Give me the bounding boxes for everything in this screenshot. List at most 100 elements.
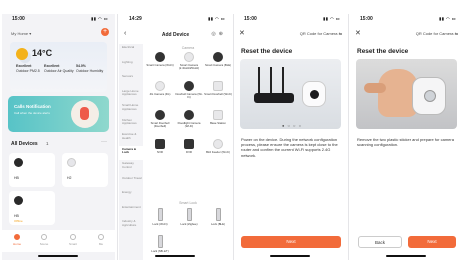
instruction-text: Remove the two plastic sticker and prepa… xyxy=(357,137,454,148)
camera-device-icon xyxy=(155,81,165,91)
device-type-label: Lock (BLE) xyxy=(211,222,225,226)
status-bar: 15:00 ▮▮ ◠ ▭ xyxy=(234,14,347,23)
category-item[interactable]: Lighting xyxy=(119,59,143,74)
weather-stat: Excellent Outdoor Air Quality xyxy=(44,64,74,73)
signal-wifi-battery-icon: ▮▮ ◠ ▭ xyxy=(91,16,108,21)
device-type-item[interactable]: Smart Camera (2.4GHz&5GHz) xyxy=(175,52,203,71)
bottom-tab-bar: Home Scene Smart Me xyxy=(2,230,115,252)
qr-mode-selector[interactable]: QR Code for Camera ⇆ xyxy=(300,31,342,36)
device-type-label: Base Station xyxy=(210,121,226,125)
category-item[interactable]: Small Home Appliances xyxy=(119,102,143,117)
weather-card[interactable]: 14°C Excellent Outdoor PM2.5 Excellent Out… xyxy=(10,42,107,92)
all-devices-tab[interactable]: All Devices xyxy=(11,141,38,147)
device-type-label: Smart Camera (Wi-Fi) xyxy=(146,63,174,67)
device-name: HB xyxy=(14,176,19,180)
category-item[interactable]: Industry & Agriculture xyxy=(119,218,143,233)
category-item[interactable]: Electrical xyxy=(119,44,143,59)
next-button[interactable]: Next xyxy=(241,236,341,248)
page-title: Reset the device xyxy=(357,48,409,55)
close-icon[interactable]: ✕ xyxy=(239,29,245,37)
category-item[interactable]: Large Home Appliances xyxy=(119,88,143,103)
scan-icon[interactable]: ◎ xyxy=(211,31,218,37)
category-item[interactable]: Entertainment xyxy=(119,204,143,219)
home-screen: 15:00 ▮▮ ◠ ▭ My Home ▾ + 14°C Excellent O… xyxy=(2,14,115,260)
signal-wifi-battery-icon: ▮▮ ◠ ▭ xyxy=(323,16,340,21)
category-item[interactable]: Sensors xyxy=(119,73,143,88)
device-type-item[interactable]: Lock (Wi-Fi) xyxy=(146,208,174,226)
status-bar: 15:00 ▮▮ ◠ ▭ xyxy=(2,14,115,23)
status-bar: 15:00 ▮▮ ◠ ▭ xyxy=(350,14,463,23)
category-sidebar: Electrical Lighting Sensors Large Home Appl… xyxy=(119,44,143,260)
camera-icon xyxy=(67,158,76,167)
device-type-item[interactable]: Smart Doorbell (Doorbell) xyxy=(146,110,174,129)
next-button[interactable]: Next xyxy=(408,236,456,248)
category-item[interactable]: Gateway Control xyxy=(119,160,143,175)
device-type-item[interactable]: Base Station xyxy=(204,110,232,125)
tab-scene[interactable]: Scene xyxy=(33,234,55,246)
offline-status: Offline xyxy=(14,219,23,223)
device-type-item[interactable]: 4G Camera (4G) xyxy=(146,81,174,96)
category-item[interactable]: Exercise & Health xyxy=(119,131,143,146)
camera-device-icon xyxy=(213,139,223,149)
category-item[interactable]: Camera & Lock xyxy=(119,145,143,160)
remove-sticker-illustration xyxy=(356,59,457,129)
device-type-item[interactable]: Floodlight Camera (Wi-Fi) xyxy=(175,110,203,129)
weather-stat: 54.0% Outdoor Humidity xyxy=(76,64,104,73)
device-type-item[interactable]: Lock (Zigbee) xyxy=(175,208,203,226)
home-selector[interactable]: My Home ▾ xyxy=(11,31,31,36)
device-type-label: Smart Camera (2.4GHz&5GHz) xyxy=(178,63,200,71)
device-type-item[interactable]: Smart Camera (BLE) xyxy=(204,52,232,67)
home-title: My Home xyxy=(11,31,29,36)
swap-icon: ⇆ xyxy=(454,31,458,36)
tab-me[interactable]: Me xyxy=(90,234,112,246)
add-icon[interactable]: ⊕ xyxy=(219,31,226,37)
device-type-item[interactable]: Smart Doorbell (Wi-Fi) xyxy=(204,81,232,96)
camera-device-icon xyxy=(184,52,194,62)
device-type-label: Lock (Zigbee) xyxy=(180,222,198,226)
device-type-item[interactable]: Lock (NB-IoT) xyxy=(146,235,174,253)
camera-lens xyxy=(424,90,436,102)
device-tile[interactable]: HB xyxy=(9,153,55,187)
camera-image xyxy=(412,77,446,115)
device-tile[interactable]: H2 xyxy=(62,153,108,187)
device-type-item[interactable]: Bird Feeder (Wi-Fi) xyxy=(204,139,232,154)
qr-mode-selector[interactable]: QR Code for Camera ⇆ xyxy=(416,31,458,36)
finger-image xyxy=(364,83,386,93)
category-item[interactable]: Energy xyxy=(119,189,143,204)
add-device-button[interactable]: + xyxy=(101,28,109,36)
temperature: 14°C xyxy=(32,48,53,58)
device-name: H2 xyxy=(67,176,72,180)
more-icon[interactable]: ··· xyxy=(101,139,107,145)
camera-device-icon xyxy=(155,110,165,120)
calls-notification-banner[interactable]: Calls Notification Call when the device … xyxy=(8,96,109,132)
status-bar: 14:29 ▮▮ ◠ ▭ xyxy=(119,14,232,23)
weather-icon xyxy=(16,48,28,60)
signal-wifi-battery-icon: ▮▮ ◠ ▭ xyxy=(439,16,456,21)
router-image xyxy=(254,93,294,103)
divider xyxy=(117,14,118,260)
scene-icon xyxy=(41,234,47,240)
device-type-item[interactable]: Smart Camera (Wi-Fi) xyxy=(146,52,174,67)
device-type-item[interactable]: NVR xyxy=(146,139,174,154)
section-camera: Camera xyxy=(181,46,195,50)
weather-stat: Excellent Outdoor PM2.5 xyxy=(16,64,40,73)
divider xyxy=(348,14,349,260)
camera-device-icon xyxy=(155,139,165,149)
instruction-text: Power on the device. During the network … xyxy=(241,137,338,158)
device-type-label: Doorbell Camera (Wi-Fi) xyxy=(175,92,203,100)
section-smart-lock: Smart Lock xyxy=(179,201,197,205)
device-type-item[interactable]: Lock (BLE) xyxy=(204,208,232,226)
tab-smart[interactable]: Smart xyxy=(62,234,84,246)
tab-home[interactable]: Home xyxy=(6,234,28,246)
swap-icon: ⇆ xyxy=(338,31,342,36)
close-icon[interactable]: ✕ xyxy=(355,29,361,37)
device-type-label: Lock (Wi-Fi) xyxy=(152,222,168,226)
device-type-item[interactable]: DVR xyxy=(175,139,203,154)
device-tile[interactable]: HB Offline xyxy=(9,191,55,225)
camera-device-icon xyxy=(184,110,194,120)
back-button[interactable]: Back xyxy=(358,236,402,248)
device-type-item[interactable]: Doorbell Camera (Wi-Fi) xyxy=(175,81,203,100)
category-item[interactable]: Outdoor Travel xyxy=(119,175,143,190)
router-camera-illustration: ● ○ ○ ○ xyxy=(240,59,341,129)
category-item[interactable]: Kitchen Appliances xyxy=(119,117,143,132)
